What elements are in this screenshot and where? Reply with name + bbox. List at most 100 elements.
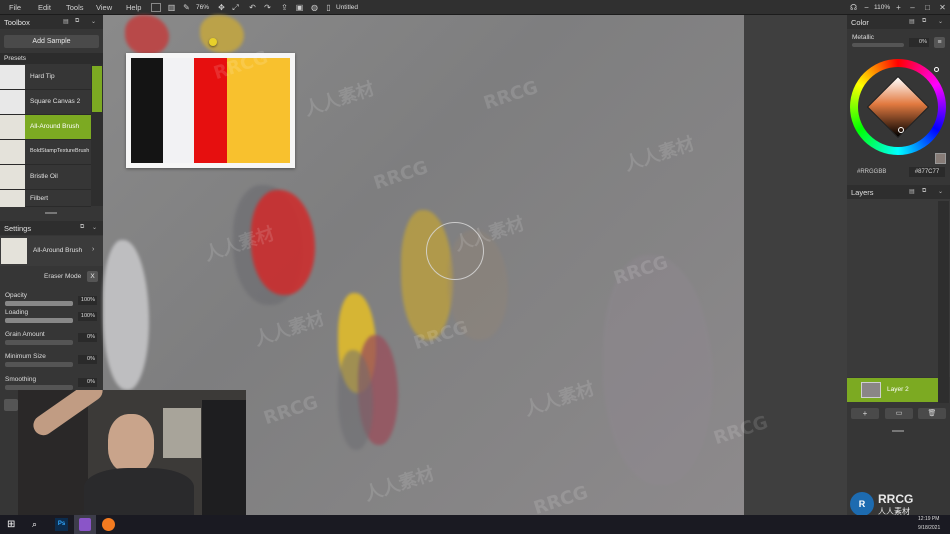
layer-row[interactable]: Layer 2 bbox=[847, 378, 938, 402]
current-brush-label: All-Around Brush bbox=[33, 247, 83, 254]
preset-square-canvas[interactable]: Square Canvas 2 bbox=[0, 90, 91, 115]
presets-scroll-thumb[interactable] bbox=[92, 66, 102, 112]
eraser-mode-toggle[interactable]: X bbox=[87, 271, 98, 282]
undo-icon[interactable]: ↶ bbox=[247, 2, 258, 13]
window-zoom: 110% bbox=[874, 4, 891, 11]
menu-help[interactable]: Help bbox=[126, 3, 141, 12]
hue-handle[interactable] bbox=[934, 67, 939, 72]
color-reference-card[interactable] bbox=[126, 53, 295, 168]
smoothing-value[interactable]: 0% bbox=[78, 378, 97, 387]
panel-menu-icon[interactable]: ▤ bbox=[909, 18, 915, 25]
brush-thumb bbox=[1, 238, 27, 264]
menu-tools[interactable]: Tools bbox=[66, 3, 84, 12]
fit-icon[interactable]: ⤢ bbox=[230, 2, 241, 13]
minimum-size-slider[interactable] bbox=[5, 362, 73, 367]
webcam-person-body bbox=[84, 468, 194, 516]
resize-handle[interactable] bbox=[892, 430, 904, 432]
grid-icon[interactable] bbox=[151, 3, 161, 12]
watermark-text: RRCG bbox=[261, 391, 321, 430]
menu-view[interactable]: View bbox=[96, 3, 112, 12]
menu-edit[interactable]: Edit bbox=[38, 3, 51, 12]
panel-popout-icon[interactable]: ⧉ bbox=[922, 18, 926, 25]
brush-status-icon[interactable]: ☊ bbox=[848, 2, 859, 13]
brush-thumb bbox=[0, 190, 25, 207]
preset-bristle-oil[interactable]: Bristle Oil bbox=[0, 165, 91, 190]
watermark-text: 人人素材 bbox=[361, 463, 437, 506]
grain-amount-slider[interactable] bbox=[5, 340, 73, 345]
minimize-icon[interactable]: – bbox=[907, 2, 918, 13]
preset-filbert[interactable]: Filbert bbox=[0, 190, 91, 207]
opacity-value[interactable]: 100% bbox=[78, 296, 97, 305]
watermark-text: 人人素材 bbox=[521, 378, 597, 421]
save-icon[interactable]: ▣ bbox=[294, 2, 305, 13]
zoom-level[interactable]: 76% bbox=[196, 4, 209, 11]
slider-fill bbox=[5, 301, 73, 306]
windows-start-icon[interactable]: ⊞ bbox=[7, 519, 15, 530]
watermark-text: 人人素材 bbox=[301, 78, 377, 121]
color-wheel[interactable] bbox=[850, 59, 946, 155]
brush-thumb bbox=[0, 115, 25, 139]
layers-scrollbar[interactable] bbox=[938, 201, 949, 403]
loading-slider[interactable] bbox=[5, 318, 73, 323]
opacity-label: Opacity bbox=[5, 292, 28, 299]
layers-list[interactable] bbox=[847, 199, 950, 377]
rebelle-taskbar-icon[interactable] bbox=[74, 515, 96, 534]
folder-icon[interactable]: ▭ bbox=[885, 408, 913, 419]
pan-icon[interactable]: ✥ bbox=[216, 2, 227, 13]
paint-stroke bbox=[103, 240, 149, 390]
loading-value[interactable]: 100% bbox=[78, 312, 97, 321]
current-brush-row[interactable]: All-Around Brush › bbox=[0, 236, 103, 266]
redo-icon[interactable]: ↷ bbox=[262, 2, 273, 13]
preset-all-around-brush[interactable]: All-Around Brush bbox=[0, 115, 91, 140]
preset-label: BoldStampTextureBrush bbox=[30, 148, 90, 154]
preset-hard-tip[interactable]: Hard Tip bbox=[0, 65, 91, 90]
photoshop-taskbar-icon[interactable]: Ps bbox=[55, 518, 68, 531]
search-icon[interactable]: ⌕ bbox=[32, 519, 37, 530]
chevron-down-icon[interactable]: ⌄ bbox=[91, 18, 96, 25]
preset-label: Hard Tip bbox=[30, 73, 55, 80]
metallic-slider[interactable] bbox=[852, 43, 904, 47]
panel-menu-icon[interactable]: ▤ bbox=[909, 188, 915, 195]
square-canvas-thumb bbox=[0, 90, 25, 114]
chevron-down-icon[interactable]: ⌄ bbox=[92, 224, 97, 231]
grain-amount-value[interactable]: 0% bbox=[78, 333, 97, 342]
settings-button[interactable] bbox=[4, 399, 18, 411]
opacity-slider[interactable] bbox=[5, 301, 73, 306]
chevron-right-icon[interactable]: › bbox=[92, 246, 94, 253]
browser-icon[interactable]: ◍ bbox=[309, 2, 320, 13]
chevron-down-icon[interactable]: ⌄ bbox=[938, 188, 943, 195]
panel-menu-icon[interactable]: ▤ bbox=[63, 18, 69, 25]
panel-popout-icon[interactable]: ⧉ bbox=[75, 18, 79, 25]
presets-scrollbar[interactable] bbox=[91, 64, 103, 206]
color-picker-handle[interactable] bbox=[898, 127, 904, 133]
firefox-taskbar-icon[interactable] bbox=[102, 518, 115, 531]
preset-label: Bristle Oil bbox=[30, 173, 58, 180]
trash-icon[interactable]: 🗑 bbox=[918, 408, 946, 419]
document-icon: ▯ bbox=[326, 3, 331, 12]
menu-file[interactable]: File bbox=[9, 3, 21, 12]
picker-icon[interactable]: ✎ bbox=[181, 2, 192, 13]
panel-popout-icon[interactable]: ⧉ bbox=[922, 188, 926, 195]
close-icon[interactable]: ✕ bbox=[937, 2, 948, 13]
add-layer-button[interactable]: + bbox=[851, 408, 879, 419]
resize-handle[interactable] bbox=[45, 212, 57, 214]
grain-amount-label: Grain Amount bbox=[5, 331, 45, 338]
panel-popout-icon[interactable]: ⧉ bbox=[80, 224, 84, 231]
watermark-text: RRCG bbox=[481, 76, 541, 115]
panel-toggle-icon[interactable]: ▥ bbox=[166, 2, 177, 13]
settings-header: Settings ⧉ ⌄ bbox=[0, 221, 103, 235]
zoom-out-icon[interactable]: − bbox=[861, 2, 872, 13]
layer-name[interactable]: Layer 2 bbox=[887, 386, 909, 393]
hex-value-input[interactable]: #877C77 bbox=[909, 167, 945, 177]
minimum-size-value[interactable]: 0% bbox=[78, 355, 97, 364]
maximize-icon[interactable]: □ bbox=[922, 2, 933, 13]
export-icon[interactable]: ⇪ bbox=[279, 2, 290, 13]
add-sample-button[interactable]: Add Sample bbox=[4, 35, 99, 48]
chevron-down-icon[interactable]: ⌄ bbox=[938, 18, 943, 25]
current-color-swatch[interactable] bbox=[935, 153, 946, 164]
black-swatch bbox=[131, 58, 163, 163]
color-settings-icon[interactable]: ≡ bbox=[934, 37, 945, 48]
zoom-in-icon[interactable]: + bbox=[893, 2, 904, 13]
preset-bold-stamp[interactable]: BoldStampTextureBrush bbox=[0, 140, 91, 165]
metallic-value[interactable]: 0% bbox=[909, 38, 929, 47]
